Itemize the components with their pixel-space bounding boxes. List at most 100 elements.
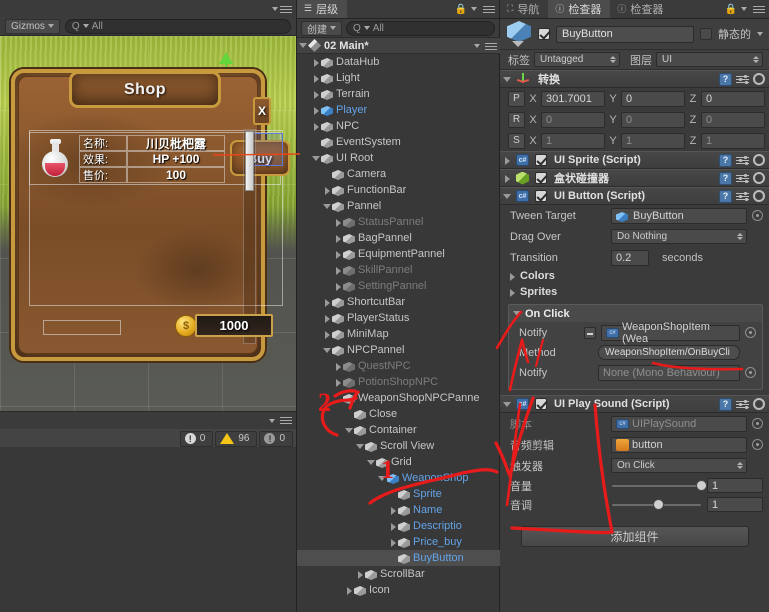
colors-foldout[interactable]: Colors — [500, 268, 769, 284]
inspector-menu-icon[interactable] — [751, 3, 765, 15]
object-picker-icon[interactable] — [745, 327, 756, 338]
hierarchy-item-shortcutbar[interactable]: ShortcutBar — [297, 294, 501, 310]
slider-knob[interactable] — [653, 498, 665, 510]
log-count-chip[interactable]: ! 0 — [259, 430, 293, 447]
transform-p-y-input[interactable]: 0 — [621, 90, 685, 107]
expand-arrow-icon[interactable] — [312, 58, 321, 67]
hierarchy-item-player[interactable]: Player — [297, 102, 501, 118]
expand-arrow-icon[interactable] — [312, 74, 321, 83]
transform-p-z-input[interactable]: 0 — [701, 90, 765, 107]
hierarchy-menu-icon[interactable] — [481, 3, 495, 15]
hierarchy-item-terrain[interactable]: Terrain — [297, 86, 501, 102]
object-picker-icon[interactable] — [752, 439, 763, 450]
create-button[interactable]: 创建 — [301, 20, 342, 36]
transform-r-y-input[interactable]: 0 — [621, 111, 685, 128]
hierarchy-item-settingpannel[interactable]: SettingPannel — [297, 278, 501, 294]
expand-arrow-icon[interactable] — [345, 586, 354, 595]
component-expand-arrow[interactable] — [503, 156, 512, 165]
expand-arrow-icon[interactable] — [389, 522, 398, 531]
expand-arrow-icon[interactable] — [389, 506, 398, 515]
preset-icon[interactable] — [736, 399, 749, 410]
component-header-0[interactable]: c# UI Sprite (Script)? — [500, 151, 769, 169]
notify-object-field-1[interactable]: c# WeaponShopItem (Wea — [601, 321, 740, 345]
expand-arrow-icon[interactable] — [323, 186, 332, 195]
help-icon[interactable]: ? — [719, 72, 732, 86]
expand-arrow-icon[interactable] — [334, 250, 343, 259]
hierarchy-item-light[interactable]: Light — [297, 70, 501, 86]
transition-input[interactable]: 0.2 — [611, 249, 649, 266]
expand-arrow-icon[interactable] — [334, 378, 343, 387]
expand-arrow-icon[interactable] — [367, 458, 376, 467]
hierarchy-item-minimap[interactable]: MiniMap — [297, 326, 501, 342]
expand-arrow-icon[interactable] — [323, 298, 332, 307]
scene-menu-caret[interactable] — [474, 43, 480, 48]
on-click-expand-arrow[interactable] — [513, 309, 522, 318]
hierarchy-item-name[interactable]: Name — [297, 502, 501, 518]
trigger-dropdown[interactable]: On Click — [611, 458, 747, 473]
ui-play-sound-component-header[interactable]: c# UI Play Sound (Script) ? — [500, 395, 769, 413]
static-dropdown-caret-icon[interactable] — [757, 32, 763, 36]
lock-icon[interactable]: 🔒 — [725, 4, 737, 15]
hierarchy-item-container[interactable]: Container — [297, 422, 501, 438]
expand-arrow-icon[interactable] — [312, 90, 321, 99]
help-icon[interactable]: ? — [719, 153, 732, 167]
hierarchy-item-scroll-view[interactable]: Scroll View — [297, 438, 501, 454]
on-click-header[interactable]: On Click — [509, 305, 762, 322]
component-enabled-checkbox[interactable] — [535, 154, 547, 166]
expand-arrow-icon[interactable] — [323, 330, 332, 339]
transform-s-z-input[interactable]: 1 — [701, 132, 765, 149]
audio-clip-field[interactable]: button — [611, 436, 747, 453]
transform-r-x-input[interactable]: 0 — [541, 111, 605, 128]
hierarchy-search-input[interactable]: Q All — [346, 20, 495, 36]
slider-track[interactable] — [612, 479, 707, 491]
transform-r-button[interactable]: R — [508, 111, 525, 128]
ui-button-enabled-checkbox[interactable] — [535, 190, 547, 202]
layer-dropdown[interactable]: UI — [656, 52, 763, 67]
ui-play-sound-enabled-checkbox[interactable] — [535, 398, 547, 410]
gizmos-button[interactable]: Gizmos — [5, 18, 60, 34]
transform-s-button[interactable]: S — [508, 132, 525, 149]
hierarchy-item-grid[interactable]: Grid — [297, 454, 501, 470]
expand-arrow-icon[interactable] — [312, 122, 321, 131]
slider-value-input[interactable]: 1 — [707, 497, 763, 512]
error-count-chip[interactable]: ! 0 — [179, 430, 214, 447]
expand-arrow-icon[interactable] — [323, 314, 332, 323]
hierarchy-item-descriptio[interactable]: Descriptio — [297, 518, 501, 534]
component-enabled-checkbox[interactable] — [535, 172, 547, 184]
ui-play-sound-expand-arrow[interactable] — [503, 400, 512, 409]
preset-icon[interactable] — [736, 74, 749, 85]
game-view[interactable]: Shop X 名称: 川贝枇杷露 效果: HP +100 售价: 100 Buy… — [0, 36, 296, 411]
object-picker-icon[interactable] — [752, 210, 763, 221]
tab-hierarchy[interactable]: ☰ 层级 — [297, 0, 348, 18]
gear-icon[interactable] — [753, 73, 765, 85]
hierarchy-item-buybutton[interactable]: BuyButton — [297, 550, 501, 566]
hierarchy-item-functionbar[interactable]: FunctionBar — [297, 182, 501, 198]
object-picker-icon[interactable] — [745, 367, 756, 378]
ui-button-expand-arrow[interactable] — [503, 192, 512, 201]
hierarchy-item-ui-root[interactable]: UI Root — [297, 150, 501, 166]
gear-icon[interactable] — [753, 398, 765, 410]
hierarchy-item-price-buy[interactable]: Price_buy — [297, 534, 501, 550]
hierarchy-item-statuspannel[interactable]: StatusPannel — [297, 214, 501, 230]
add-component-button[interactable]: 添加组件 — [520, 526, 749, 547]
hierarchy-item-scrollbar[interactable]: ScrollBar — [297, 566, 501, 582]
gear-icon[interactable] — [753, 172, 765, 184]
expand-arrow-icon[interactable] — [334, 218, 343, 227]
help-icon[interactable]: ? — [719, 171, 732, 185]
hierarchy-item-eventsystem[interactable]: EventSystem — [297, 134, 501, 150]
sprites-foldout[interactable]: Sprites — [500, 284, 769, 300]
shop-scrollbar-thumb[interactable] — [245, 131, 254, 191]
hierarchy-item-weaponshop[interactable]: WeaponShop — [297, 470, 501, 486]
transform-p-button[interactable]: P — [508, 90, 525, 107]
warning-count-chip[interactable]: 96 — [215, 430, 258, 447]
hierarchy-item-pannel[interactable]: Pannel — [297, 198, 501, 214]
component-header-1[interactable]: 盒状碰撞器? — [500, 169, 769, 187]
static-checkbox[interactable] — [700, 28, 712, 40]
expand-arrow-icon[interactable] — [356, 570, 365, 579]
notify-object-field-2[interactable]: None (Mono Behaviour) — [598, 364, 740, 381]
script-field[interactable]: c# UIPlaySound — [611, 415, 747, 432]
tag-dropdown[interactable]: Untagged — [534, 52, 620, 67]
hierarchy-item-playerstatus[interactable]: PlayerStatus — [297, 310, 501, 326]
tween-target-field[interactable]: BuyButton — [611, 207, 747, 224]
hierarchy-item-npc[interactable]: NPC — [297, 118, 501, 134]
